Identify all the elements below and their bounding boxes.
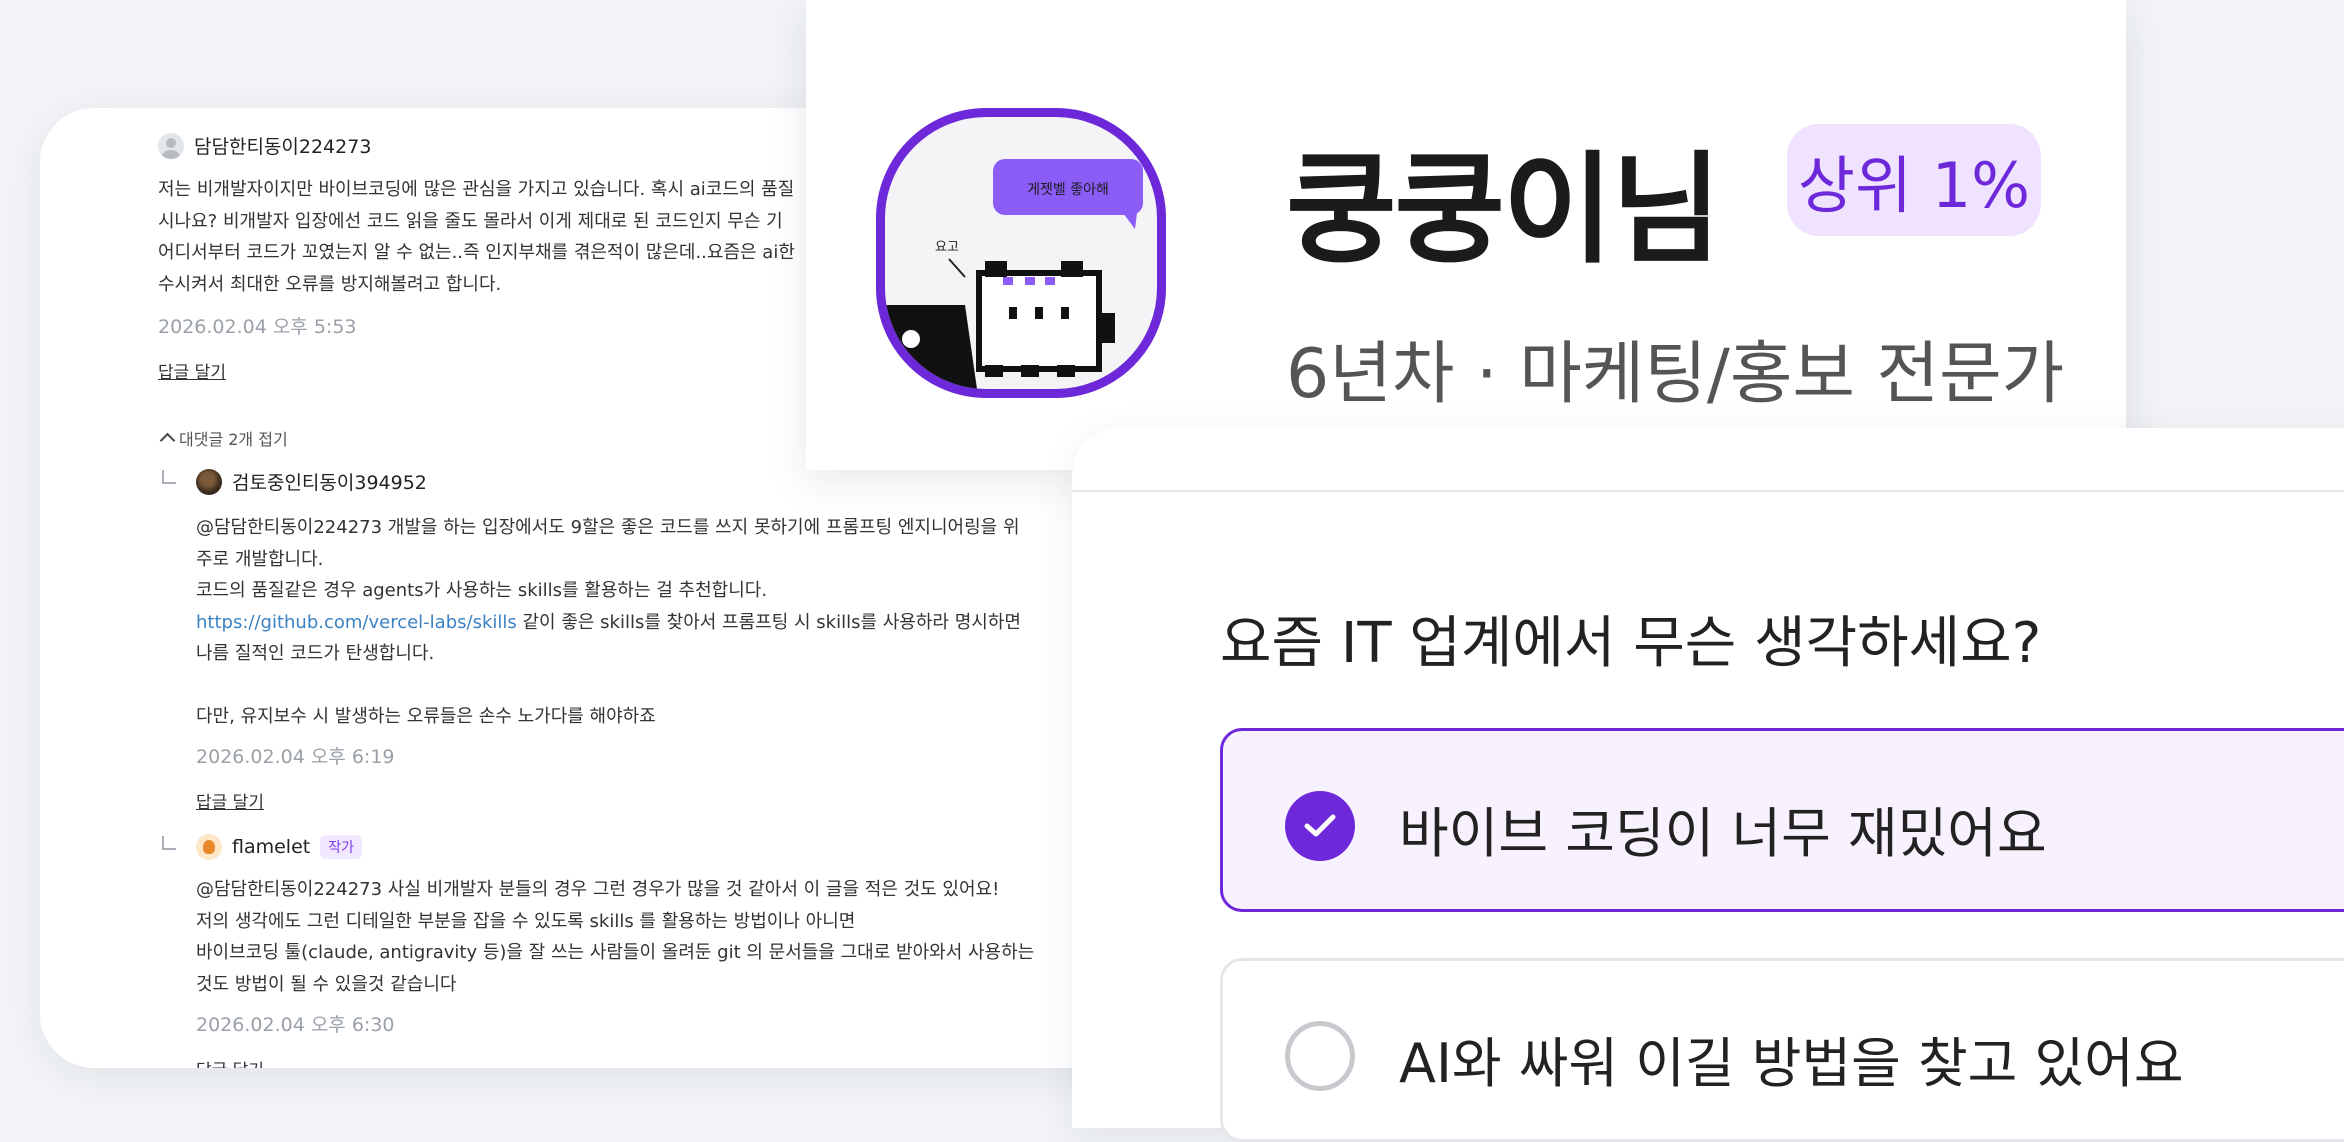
reply-text-line: 사실 비개발자 분들의 경우 그런 경우가 많을 것 같아서 이 글을 적은 것…	[382, 879, 1000, 900]
reply-button[interactable]: 답글 달기	[158, 358, 226, 383]
reply-author-row: 검토중인티동이394952	[196, 468, 427, 495]
avatar-speech-text: 게젯벨 좋아해	[1027, 182, 1109, 198]
check-icon	[1285, 791, 1355, 861]
author-badge: 작가	[320, 835, 362, 859]
reply-author-row: flamelet 작가	[196, 834, 362, 860]
flame-icon	[203, 840, 215, 854]
divider	[1072, 490, 2344, 492]
collapse-replies-toggle[interactable]: 대댓글 2개 접기	[159, 426, 288, 450]
reply-author: 검토중인티동이394952	[232, 472, 427, 494]
profile-name: 쿵쿵이님	[1286, 141, 1722, 280]
poll-option-label: AI와 싸워 이길 방법을 찾고 있어요	[1399, 1032, 2184, 1095]
reply-button[interactable]: 답글 달기	[196, 788, 264, 813]
reply-date: 2026.02.04 오후 6:19	[196, 746, 395, 768]
profile-card: 게젯벨 좋아해 요고 쿵쿵이님 상위 1% 6년차 · 마케팅/홍보 전문가	[806, 0, 2126, 470]
reply-body: @담담한티동이224273 사실 비개발자 분들의 경우 그런 경우가 많을 것…	[196, 874, 1156, 1000]
radio-empty-icon	[1285, 1021, 1355, 1091]
comment-author: 담담한티동이224273	[194, 136, 372, 158]
profile-avatar: 게젯벨 좋아해 요고	[876, 108, 1166, 398]
avatar-small-label: 요고	[935, 240, 959, 255]
reply-text-line: 바이브코딩 툴(claude, antigravity 등)을 잘 쓰는 사람들…	[196, 942, 1035, 963]
collapse-replies-label: 대댓글 2개 접기	[179, 430, 288, 449]
reply-date: 2026.02.04 오후 6:30	[196, 1014, 395, 1036]
reply-body: @담담한티동이224273 개발을 하는 입장에서도 9할은 좋은 코드를 쓰지…	[196, 512, 1156, 733]
poll-option[interactable]: AI와 싸워 이길 방법을 찾고 있어요	[1220, 958, 2344, 1142]
github-link[interactable]: https://github.com/vercel-labs/skills	[196, 612, 517, 633]
poll-option-label: 바이브 코딩이 너무 재밌어요	[1399, 802, 2047, 865]
reply-button[interactable]: 답글 달기	[196, 1056, 264, 1068]
avatar	[196, 468, 222, 495]
reply-author: flamelet	[232, 836, 311, 858]
avatar	[158, 132, 184, 159]
reply-text-line: 것도 방법이 될 수 있을것 같습니다	[196, 973, 457, 995]
comment-author-row: 담담한티동이224273	[158, 132, 371, 159]
reply-indent-icon	[162, 470, 176, 484]
reply-text-line: 나름 질적인 코드가 탄생합니다.	[196, 643, 435, 664]
rank-badge: 상위 1%	[1787, 124, 2041, 236]
reply-text-line: 주로 개발합니다.	[196, 548, 324, 570]
poll-card: 요즘 IT 업계에서 무슨 생각하세요? 바이브 코딩이 너무 재밌어요 AI와…	[1072, 428, 2344, 1142]
chevron-up-icon	[159, 432, 176, 449]
reply-text-line: 개발을 하는 입장에서도 9할은 좋은 코드를 쓰지 못하기에 프롬프팅 엔지니…	[382, 517, 1020, 538]
avatar	[196, 834, 222, 860]
reply-text-line: 다만, 유지보수 시 발생하는 오류들은 손수 노가다를 해야하죠	[196, 706, 656, 727]
poll-question: 요즘 IT 업계에서 무슨 생각하세요?	[1220, 611, 2042, 676]
reply-text-line: 저의 생각에도 그런 디테일한 부분을 잡을 수 있도록 skills 를 활용…	[196, 910, 856, 932]
reply-text-line: 코드의 품질같은 경우 agents가 사용하는 skills를 활용하는 걸 …	[196, 580, 768, 601]
reply-indent-icon	[162, 836, 176, 850]
poll-option-selected[interactable]: 바이브 코딩이 너무 재밌어요	[1220, 728, 2344, 912]
profile-subtitle: 6년차 · 마케팅/홍보 전문가	[1286, 335, 2065, 414]
comment-date: 2026.02.04 오후 5:53	[158, 316, 357, 338]
reply-text-line: 같이 좋은 skills를 찾아서 프롬프팅 시 skills를 사용하라 명시…	[516, 611, 1021, 633]
mention[interactable]: @담담한티동이224273	[196, 517, 382, 538]
pixel-cat-illustration: 게젯벨 좋아해 요고	[885, 159, 1143, 389]
mention[interactable]: @담담한티동이224273	[196, 879, 382, 900]
